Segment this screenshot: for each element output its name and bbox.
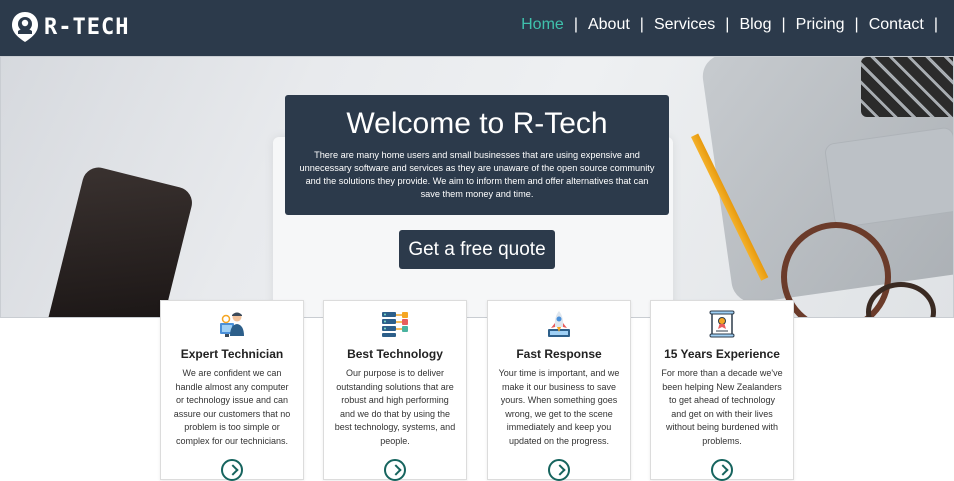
nav-separator: | <box>639 16 644 33</box>
chevron-down-icon[interactable] <box>221 459 243 481</box>
feature-card-fast-response: Fast Response Your time is important, an… <box>487 300 631 481</box>
smartphone-photo-element <box>42 164 196 317</box>
nav-separator: | <box>725 16 730 33</box>
free-quote-button[interactable]: Get a free quote <box>399 230 555 269</box>
feature-title: Best Technology <box>347 347 443 361</box>
tech-person-logo-icon <box>12 12 38 42</box>
feature-card-expert-technician: Expert Technician We are confident we ca… <box>160 300 304 481</box>
hero-title: Welcome to R-Tech <box>346 107 608 140</box>
nav-services[interactable]: Services <box>652 16 717 34</box>
nav-separator: | <box>854 16 859 33</box>
main-nav: Home | About | Services | Blog | Pricing… <box>519 16 946 34</box>
top-navbar: R-TECH Home | About | Services | Blog | … <box>0 0 954 56</box>
feature-card-15-years-experience: 15 Years Experience For more than a deca… <box>650 300 794 481</box>
brand-name: R-TECH <box>44 14 130 40</box>
feature-title: Fast Response <box>516 347 602 361</box>
technician-icon <box>220 312 244 337</box>
nav-separator: | <box>573 16 578 33</box>
trackpad-photo-element <box>823 126 953 229</box>
nav-contact[interactable]: Contact <box>867 16 926 34</box>
nav-home[interactable]: Home <box>519 16 566 34</box>
feature-title: Expert Technician <box>180 347 284 361</box>
server-network-icon <box>382 312 408 337</box>
feature-card-best-technology: Best Technology Our purpose is to delive… <box>323 300 467 481</box>
keyboard-photo-element <box>861 57 953 117</box>
feature-text: Your time is important, and we make it o… <box>498 368 620 446</box>
chevron-down-icon[interactable] <box>384 459 406 481</box>
rocket-icon <box>548 311 570 337</box>
nav-about[interactable]: About <box>586 16 632 34</box>
nav-blog[interactable]: Blog <box>737 16 773 34</box>
brand-logo[interactable]: R-TECH <box>10 10 129 44</box>
nav-separator: | <box>933 16 938 33</box>
chevron-down-icon[interactable] <box>548 459 570 481</box>
feature-text: For more than a decade we've been helpin… <box>661 368 783 446</box>
feature-text: Our purpose is to deliver outstanding so… <box>334 368 456 446</box>
hero-text: There are many home users and small busi… <box>299 150 655 199</box>
feature-text: We are confident we can handle almost an… <box>173 368 291 446</box>
chevron-down-icon[interactable] <box>711 459 733 481</box>
feature-title: 15 Years Experience <box>664 347 780 361</box>
certificate-icon <box>709 310 735 338</box>
nav-separator: | <box>781 16 786 33</box>
welcome-panel: Welcome to R-Tech There are many home us… <box>285 95 669 215</box>
nav-pricing[interactable]: Pricing <box>794 16 847 34</box>
